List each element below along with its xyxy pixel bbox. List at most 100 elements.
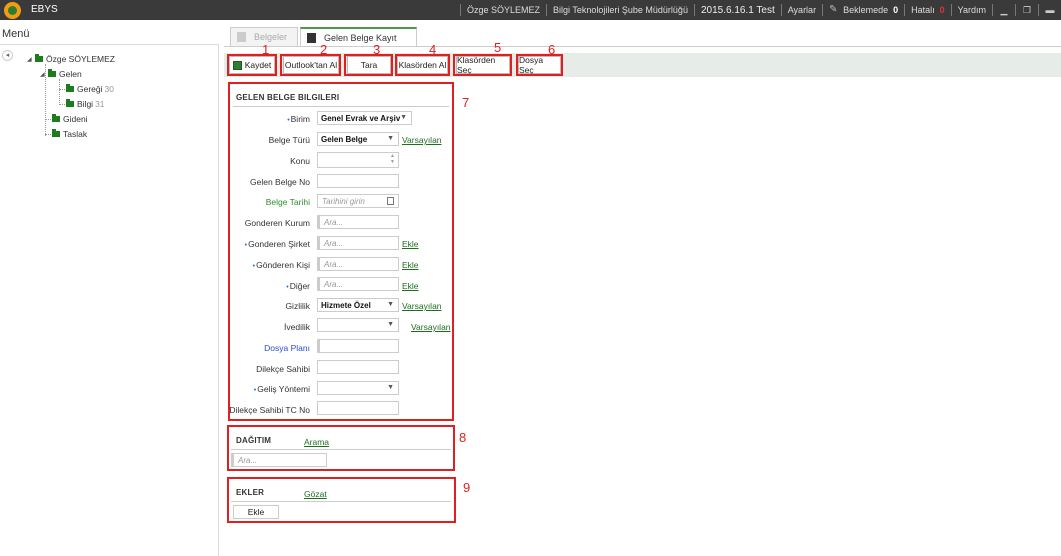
gonderen-sirket-add-link[interactable]: Ekle bbox=[402, 239, 419, 249]
folder-icon bbox=[35, 54, 43, 62]
version-label: 2015.6.16.1 Test bbox=[700, 4, 775, 16]
chevron-down-icon: ▼ bbox=[387, 321, 394, 328]
calendar-icon[interactable] bbox=[387, 197, 394, 205]
gonderen-kurum-placeholder: Ara... bbox=[324, 217, 344, 227]
annotation-number-7: 7 bbox=[462, 95, 470, 110]
tree-item-bilgi[interactable]: Bilgi 31 bbox=[66, 99, 105, 109]
folder-icon bbox=[48, 69, 56, 77]
top-bar-right: Özge SÖYLEMEZ Bilgi Teknolojileri Şube M… bbox=[454, 0, 1055, 20]
pending-label[interactable]: Beklemede bbox=[843, 5, 888, 15]
pencil-icon: ✎ bbox=[829, 4, 838, 15]
dilekce-tc-label: Dilekçe Sahibi TC No bbox=[229, 405, 310, 415]
section-title: GELEN BELGE BILGILERI bbox=[236, 93, 340, 102]
birim-select[interactable]: Genel Evrak ve Arşiv ▼ bbox=[317, 111, 412, 125]
annotation-number-4: 4 bbox=[429, 42, 437, 57]
chevron-down-icon: ▼ bbox=[387, 301, 394, 308]
gonderen-kisi-add-link[interactable]: Ekle bbox=[402, 260, 419, 270]
tree-item-label: Gelen bbox=[59, 69, 82, 79]
gonderen-kisi-field[interactable]: Ara... bbox=[317, 257, 399, 271]
gizlilik-label: Gizlilik bbox=[285, 301, 310, 311]
tree-item-label: Gereği bbox=[77, 84, 103, 94]
tree-item-geregi[interactable]: Gereği 30 bbox=[66, 84, 114, 94]
dilekce-sahibi-field[interactable] bbox=[317, 360, 399, 374]
konu-field[interactable]: ▲ ▼ bbox=[317, 152, 399, 168]
dagitim-search-link[interactable]: Arama bbox=[304, 437, 329, 447]
close-icon[interactable]: ▬ bbox=[1045, 5, 1055, 15]
annotation-box-2 bbox=[280, 54, 341, 76]
annotation-number-3: 3 bbox=[373, 42, 381, 57]
menu-divider bbox=[0, 44, 219, 45]
gelen-belge-no-field[interactable] bbox=[317, 174, 399, 188]
tab-gelen-belge-kayit[interactable]: Gelen Belge Kayıt bbox=[300, 27, 417, 46]
pending-count: 0 bbox=[893, 5, 899, 15]
ivedilik-select[interactable]: ▼ bbox=[317, 318, 399, 332]
annotation-number-1: 1 bbox=[262, 42, 270, 57]
dagitim-search-input[interactable]: Ara... bbox=[231, 453, 327, 467]
divider bbox=[950, 4, 952, 16]
annotation-number-8: 8 bbox=[459, 430, 467, 445]
tree-item-gelen[interactable]: ◢ Gelen bbox=[40, 69, 82, 79]
collapse-menu-icon[interactable]: ◂ bbox=[2, 50, 13, 61]
dagitim-search-placeholder: Ara... bbox=[238, 455, 258, 465]
dosya-plani-field[interactable] bbox=[317, 339, 399, 353]
gonderen-sirket-field[interactable]: Ara... bbox=[317, 236, 399, 250]
divider bbox=[822, 4, 824, 16]
chevron-down-icon: ▼ bbox=[400, 114, 407, 121]
belge-turu-select[interactable]: Gelen Belge ▼ bbox=[317, 132, 399, 146]
diger-field[interactable]: Ara... bbox=[317, 277, 399, 291]
ivedilik-label: İvedilik bbox=[284, 322, 310, 332]
expand-arrow-icon[interactable]: ◢ bbox=[40, 71, 48, 78]
folder-icon bbox=[52, 129, 60, 137]
divider bbox=[1015, 4, 1016, 16]
diger-add-link[interactable]: Ekle bbox=[402, 281, 419, 291]
gonderen-kurum-field[interactable]: Ara... bbox=[317, 215, 399, 229]
gelis-yontemi-label: •Geliş Yöntemi bbox=[253, 384, 310, 394]
tree-item-label: Taslak bbox=[63, 129, 88, 139]
dilekce-tc-field[interactable] bbox=[317, 401, 399, 415]
tree-item-label: Gideni bbox=[63, 114, 88, 124]
department-name[interactable]: Bilgi Teknolojileri Şube Müdürlüğü bbox=[553, 5, 688, 15]
belge-tarihi-field[interactable]: Tarihini girin bbox=[317, 194, 399, 208]
gelis-yontemi-select[interactable]: ▼ bbox=[317, 381, 399, 395]
annotation-box-4 bbox=[395, 54, 450, 76]
divider bbox=[904, 4, 906, 16]
help-link[interactable]: Yardım bbox=[958, 5, 986, 15]
add-attachment-button[interactable]: Ekle bbox=[233, 505, 279, 519]
restore-icon[interactable]: ❐ bbox=[1022, 5, 1032, 15]
settings-link[interactable]: Ayarlar bbox=[788, 5, 816, 15]
tab-underline bbox=[224, 46, 1061, 47]
divider bbox=[460, 4, 461, 16]
app-title: EBYS bbox=[31, 4, 58, 15]
menu-title: Menü bbox=[2, 28, 30, 40]
annotation-number-9: 9 bbox=[463, 480, 471, 495]
belge-tarihi-label: Belge Tarihi bbox=[265, 197, 310, 207]
birim-label: •Birim bbox=[287, 114, 310, 124]
user-name[interactable]: Özge SÖYLEMEZ bbox=[467, 5, 540, 15]
tree-item-taslak[interactable]: Taslak bbox=[52, 129, 87, 139]
minimize-icon[interactable]: ▁ bbox=[999, 5, 1009, 15]
belge-turu-default-link[interactable]: Varsayılan bbox=[402, 135, 442, 145]
belge-turu-value: Gelen Belge bbox=[321, 134, 368, 144]
annotation-box-1 bbox=[227, 54, 277, 76]
expand-arrow-icon[interactable]: ◢ bbox=[27, 56, 35, 63]
dagitim-title: DAĞITIM bbox=[236, 436, 272, 445]
ekler-browse-link[interactable]: Gözat bbox=[304, 489, 327, 499]
annotation-box-6 bbox=[516, 54, 563, 76]
error-label[interactable]: Hatalı bbox=[911, 5, 935, 15]
gizlilik-select[interactable]: Hizmete Özel ▼ bbox=[317, 298, 399, 312]
document-icon bbox=[237, 32, 246, 42]
folder-icon bbox=[66, 84, 74, 92]
annotation-number-5: 5 bbox=[494, 40, 502, 55]
ekler-divider bbox=[231, 501, 451, 502]
dagitim-divider bbox=[231, 449, 451, 450]
belge-tarihi-placeholder: Tarihini girin bbox=[322, 196, 365, 206]
dosya-plani-label: Dosya Planı bbox=[264, 343, 310, 353]
section-divider bbox=[233, 106, 449, 107]
tree-item-gideni[interactable]: Gideni bbox=[52, 114, 88, 124]
belge-turu-label: Belge Türü bbox=[268, 135, 310, 145]
tree-item-label: Bilgi bbox=[77, 99, 94, 109]
tree-item-root[interactable]: ◢ Özge SÖYLEMEZ bbox=[27, 54, 115, 64]
ivedilik-default-link[interactable]: Varsayılan bbox=[411, 322, 451, 332]
error-count: 0 bbox=[939, 5, 945, 15]
gizlilik-default-link[interactable]: Varsayılan bbox=[402, 301, 442, 311]
